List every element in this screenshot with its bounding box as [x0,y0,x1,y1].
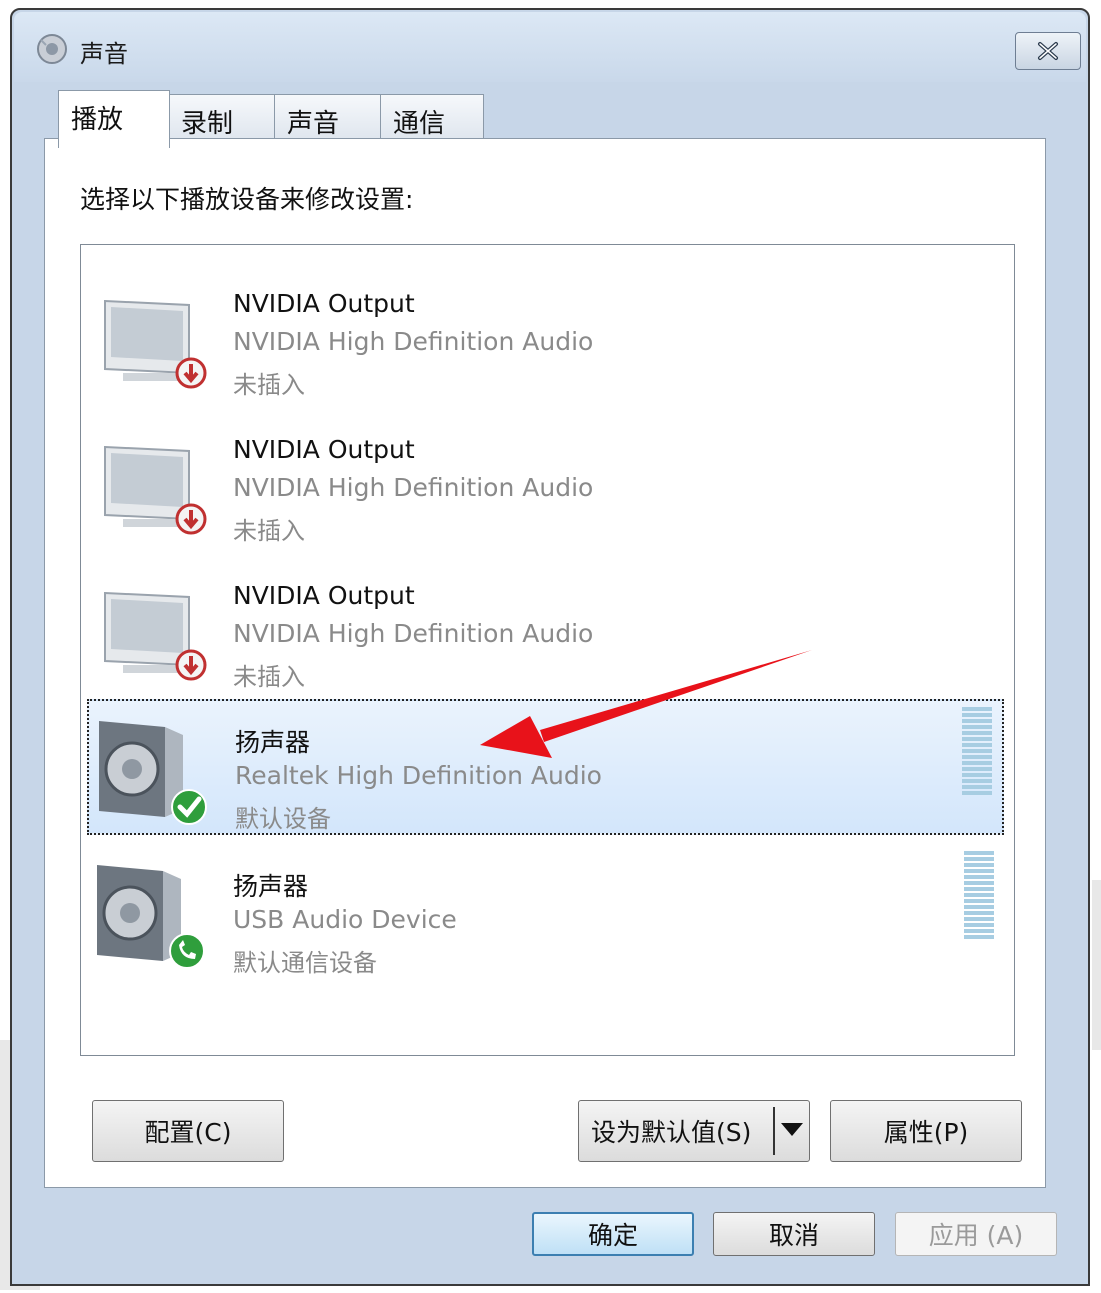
device-name: NVIDIA Output [233,435,415,464]
tab-playback[interactable]: 播放 [58,90,170,148]
cancel-button[interactable]: 取消 [713,1212,875,1256]
configure-button-label: 配置(C) [144,1118,232,1147]
list-item[interactable]: NVIDIA Output NVIDIA High Definition Aud… [87,267,1004,403]
checkmark-icon [171,789,207,825]
device-status: 未插入 [233,371,305,399]
ok-button[interactable]: 确定 [532,1212,694,1256]
volume-level-meter [962,707,992,799]
speaker-icon [97,865,205,969]
list-item[interactable]: 扬声器 USB Audio Device 默认通信设备 [87,845,1004,981]
device-status: 默认通信设备 [233,949,377,977]
watermark-shape [1092,880,1101,1050]
split-separator [773,1107,775,1155]
monitor-icon [104,591,207,681]
tab-recording[interactable]: 录制 [168,94,276,140]
volume-level-meter [964,851,994,943]
device-name: NVIDIA Output [233,289,415,318]
device-name: 扬声器 [235,728,311,757]
device-description: NVIDIA High Definition Audio [233,619,594,648]
window-title: 声音 [80,40,128,68]
instruction-text: 选择以下播放设备来修改设置: [80,185,414,214]
close-icon [1038,42,1058,60]
list-item-selected[interactable]: 扬声器 Realtek High Definition Audio 默认设备 [87,699,1004,835]
ok-button-label: 确定 [587,1221,638,1250]
monitor-icon [104,299,207,389]
device-description: USB Audio Device [233,905,457,934]
phone-icon [169,933,205,969]
speaker-icon [99,721,207,825]
list-item[interactable]: NVIDIA Output NVIDIA High Definition Aud… [87,413,1004,549]
device-list[interactable]: NVIDIA Output NVIDIA High Definition Aud… [80,244,1015,1056]
device-name: NVIDIA Output [233,581,415,610]
apply-button[interactable]: 应用 (A) [895,1212,1057,1256]
device-status: 未插入 [233,663,305,691]
cancel-button-label: 取消 [768,1221,819,1250]
tab-sounds[interactable]: 声音 [274,94,382,140]
apply-button-label: 应用 (A) [928,1221,1024,1250]
chevron-down-icon[interactable] [781,1123,803,1136]
monitor-icon [104,445,207,535]
close-button[interactable] [1015,32,1081,70]
device-description: NVIDIA High Definition Audio [233,327,594,356]
properties-button-label: 属性(P) [883,1118,969,1147]
device-status: 默认设备 [235,805,331,833]
device-description: NVIDIA High Definition Audio [233,473,594,502]
unplugged-icon [175,649,207,681]
list-item[interactable]: NVIDIA Output NVIDIA High Definition Aud… [87,559,1004,695]
device-status: 未插入 [233,517,305,545]
set-default-button[interactable]: 设为默认值(S) [578,1100,810,1162]
speaker-app-icon [37,34,67,64]
device-description: Realtek High Definition Audio [235,761,602,790]
unplugged-icon [175,357,207,389]
set-default-button-label: 设为默认值(S) [591,1118,752,1147]
properties-button[interactable]: 属性(P) [830,1100,1022,1162]
device-name: 扬声器 [233,872,309,901]
title-bar [14,12,1086,82]
unplugged-icon [175,503,207,535]
configure-button[interactable]: 配置(C) [92,1100,284,1162]
tab-communications[interactable]: 通信 [380,94,484,140]
